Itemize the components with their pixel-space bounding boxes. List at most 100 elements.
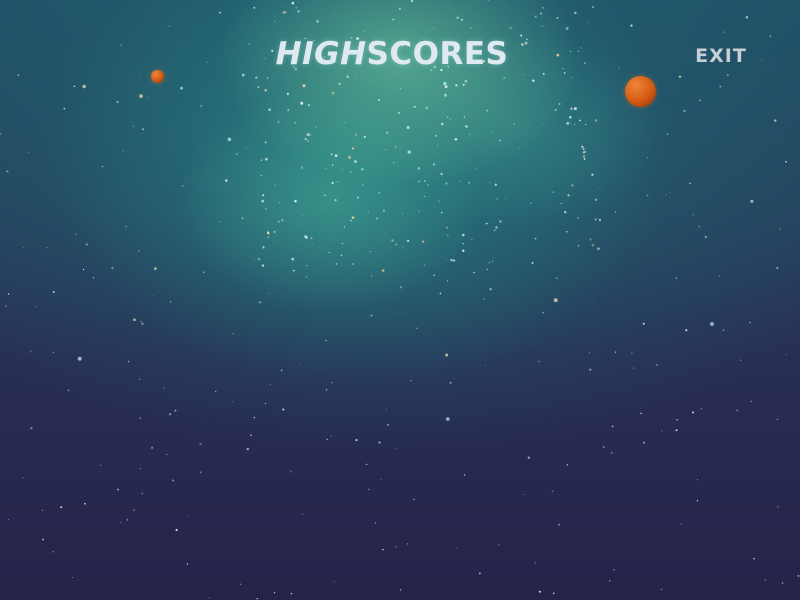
star	[407, 543, 409, 545]
star	[522, 74, 524, 76]
star	[354, 160, 357, 163]
star	[540, 12, 542, 15]
star	[425, 106, 429, 110]
star	[367, 211, 370, 213]
star	[445, 182, 448, 185]
star	[632, 367, 634, 369]
star	[407, 239, 410, 242]
star	[340, 254, 343, 257]
star	[589, 368, 592, 371]
star	[305, 276, 308, 278]
star	[186, 563, 189, 565]
star	[330, 153, 333, 156]
star	[552, 592, 555, 595]
star	[417, 180, 420, 183]
star	[450, 258, 453, 262]
star	[348, 155, 352, 159]
star	[208, 597, 210, 599]
star	[75, 233, 77, 235]
star	[443, 93, 447, 97]
star	[503, 77, 505, 79]
star	[571, 184, 574, 187]
star	[594, 218, 597, 221]
star	[444, 85, 448, 89]
star	[421, 240, 425, 243]
star	[573, 107, 577, 111]
star	[239, 583, 242, 586]
star	[513, 123, 516, 125]
star	[253, 6, 256, 9]
star	[302, 513, 304, 515]
star	[310, 237, 313, 240]
star	[306, 139, 310, 143]
star	[443, 81, 447, 86]
star	[436, 144, 439, 146]
star	[797, 574, 800, 577]
star	[392, 18, 395, 21]
star	[30, 427, 33, 430]
star	[363, 135, 366, 138]
star	[777, 506, 779, 508]
star	[262, 246, 265, 249]
star	[402, 245, 404, 248]
star	[487, 0, 490, 2]
star	[660, 588, 663, 591]
star	[527, 456, 530, 459]
star	[163, 387, 165, 389]
star	[739, 359, 742, 362]
star	[399, 286, 402, 289]
star	[324, 194, 326, 197]
star	[165, 453, 168, 456]
star	[232, 401, 234, 403]
star	[556, 17, 557, 19]
star	[168, 25, 170, 27]
exit-button[interactable]: EXIT	[690, 42, 752, 70]
star	[202, 271, 205, 273]
star	[60, 506, 63, 509]
star	[356, 196, 360, 199]
star	[541, 122, 543, 124]
star	[410, 0, 414, 3]
star	[555, 109, 557, 111]
star	[785, 160, 787, 163]
star	[401, 213, 403, 215]
star	[92, 277, 95, 279]
star	[291, 1, 295, 5]
star	[245, 147, 247, 149]
star	[331, 164, 334, 166]
star	[465, 125, 468, 128]
star	[307, 104, 311, 107]
star	[582, 147, 585, 151]
star	[630, 24, 633, 27]
star	[253, 258, 255, 260]
star	[142, 128, 144, 130]
star	[498, 544, 500, 546]
star	[413, 105, 416, 108]
star	[733, 246, 735, 248]
star	[384, 233, 386, 234]
star	[351, 262, 355, 266]
star	[285, 11, 287, 13]
star	[699, 99, 701, 102]
star	[764, 579, 766, 581]
star	[264, 403, 266, 405]
star	[392, 161, 395, 164]
star	[139, 76, 141, 78]
star	[573, 11, 577, 15]
star	[680, 523, 683, 525]
star	[214, 390, 217, 393]
star	[413, 498, 415, 501]
star	[139, 94, 143, 98]
star	[133, 125, 134, 127]
star	[219, 11, 222, 14]
star	[378, 441, 381, 444]
star	[579, 119, 582, 122]
star	[434, 135, 437, 137]
star	[305, 264, 308, 267]
star	[486, 268, 489, 271]
star	[582, 151, 586, 154]
star	[495, 226, 498, 229]
star	[518, 147, 520, 150]
star	[395, 546, 397, 548]
star	[556, 17, 559, 19]
